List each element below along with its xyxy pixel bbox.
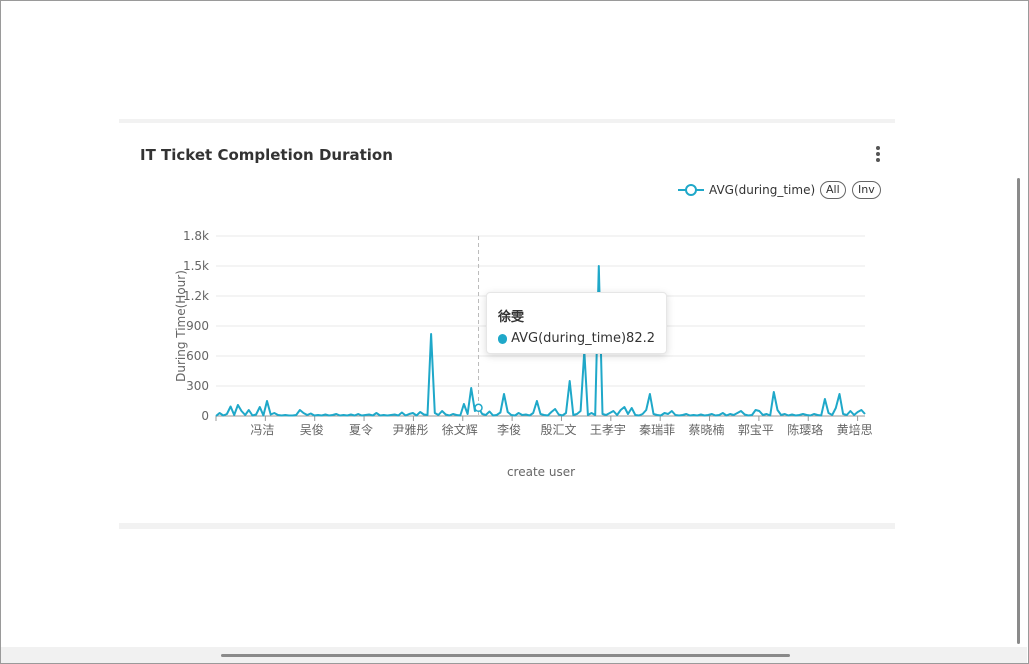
hover-data-point[interactable]	[474, 403, 483, 413]
x-tick-label: 李俊	[497, 422, 521, 437]
x-tick-label: 吴俊	[300, 422, 324, 437]
series-dot-icon	[498, 333, 508, 344]
x-tick-label: 冯洁	[250, 423, 274, 437]
x-tick-label: 殷汇文	[540, 422, 576, 437]
y-tick-label: 900	[186, 319, 209, 333]
x-axis-title: create user	[507, 465, 575, 479]
x-tick-label: 黄培思	[837, 422, 873, 437]
x-tick-label: 秦瑞菲	[639, 423, 675, 437]
x-tick-label: 夏令	[349, 422, 373, 437]
y-axis-title: During Time(Hour)	[174, 270, 188, 382]
x-axis-ticks: 冯洁 吴俊 夏令 尹雅彤 徐文辉 李俊 殷汇文 王孝宇 秦瑞菲 蔡晓楠 郭宝平 陈璎珞 黄培思	[215, 416, 873, 437]
tooltip-value: 82.2	[626, 331, 655, 346]
tooltip-series-label: AVG(during_time)	[511, 331, 627, 346]
x-tick-label: 王孝宇	[590, 423, 626, 437]
tooltip-row: AVG(during_time) 82.2	[498, 331, 655, 346]
x-tick-label: 郭宝平	[738, 423, 774, 437]
x-tick-label: 徐文辉	[442, 422, 478, 437]
y-tick-label: 600	[186, 349, 209, 363]
x-tick-label: 尹雅彤	[392, 422, 428, 437]
y-tick-label: 0	[201, 409, 209, 423]
x-tick-label: 陈璎珞	[787, 422, 823, 437]
tooltip-title: 徐雯	[498, 310, 525, 325]
y-tick-label: 1.8k	[183, 229, 209, 243]
y-tick-label: 300	[186, 379, 209, 393]
chart-tooltip: 徐雯 AVG(during_time) 82.2	[486, 292, 667, 354]
x-tick-label: 蔡晓楠	[689, 422, 725, 437]
